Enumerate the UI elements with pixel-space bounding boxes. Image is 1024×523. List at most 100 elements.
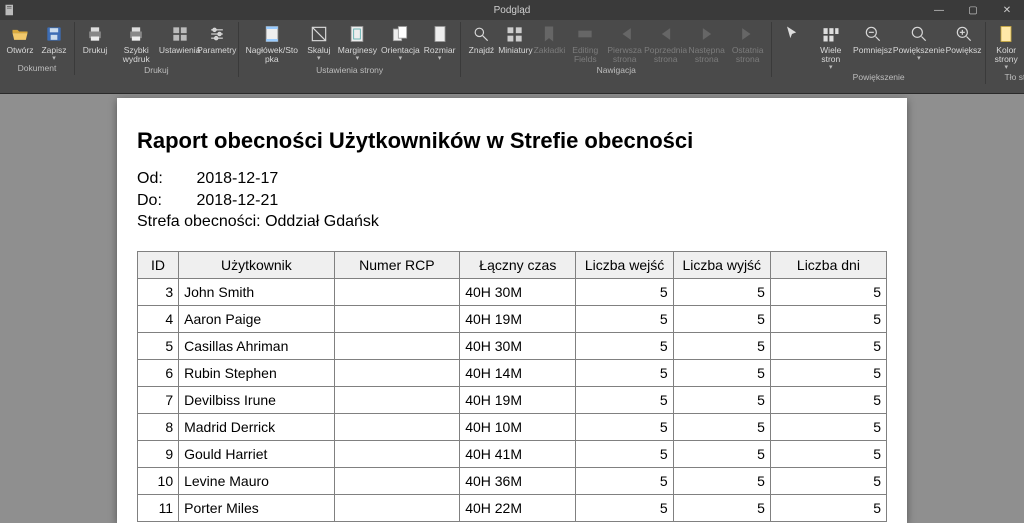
cell-in: 5 — [576, 494, 673, 521]
cell-time: 40H 19M — [460, 386, 576, 413]
ribbon-button[interactable]: Nagłówek/Stopka — [242, 22, 302, 64]
ribbon-button[interactable]: Wiele stron▾ — [809, 22, 852, 71]
ribbon-button-label: Kolor strony — [991, 46, 1021, 64]
window-close-button[interactable]: ✕ — [990, 0, 1024, 20]
cell-time: 40H 36M — [460, 467, 576, 494]
ribbon-button[interactable]: Szybki wydruk — [112, 22, 161, 64]
cell-id: 10 — [138, 467, 179, 494]
ribbon-button: Pierwsza strona — [604, 22, 645, 64]
table-row: 11Porter Miles40H 22M555 — [138, 494, 887, 521]
cell-out: 5 — [673, 386, 770, 413]
ribbon-button-label: Zapisz — [41, 46, 66, 55]
ribbon-group: Wiele stron▾PomniejszPowiększenie▾Powięk… — [772, 22, 986, 84]
ribbon-button[interactable]: Otwórz — [3, 22, 37, 62]
cell-days: 5 — [770, 386, 886, 413]
ribbon-group: Kolor strony▾AZnak wodnyTło strony — [986, 22, 1024, 84]
report-table: IDUżytkownikNumer RCPŁączny czasLiczba w… — [137, 251, 887, 522]
cell-in: 5 — [576, 359, 673, 386]
page-size-icon — [430, 23, 450, 45]
table-row: 5Casillas Ahriman40H 30M555 — [138, 332, 887, 359]
cell-time: 40H 30M — [460, 332, 576, 359]
ribbon-button[interactable] — [775, 22, 809, 71]
zone-label: Strefa obecności: — [137, 213, 261, 230]
cell-id: 4 — [138, 305, 179, 332]
ribbon-button[interactable]: Rozmiar▾ — [422, 22, 458, 64]
cell-id: 5 — [138, 332, 179, 359]
ribbon-button[interactable]: Parametry — [199, 22, 235, 64]
ribbon-button-label: Wiele stron — [811, 46, 850, 64]
cell-id: 9 — [138, 440, 179, 467]
ribbon-button: Zakładki — [532, 22, 566, 64]
cell-rcp — [334, 305, 460, 332]
cell-user: Gould Harriet — [179, 440, 335, 467]
window-maximize-button[interactable]: ▢ — [956, 0, 990, 20]
table-row: 9Gould Harriet40H 41M555 — [138, 440, 887, 467]
ribbon-button[interactable]: Miniatury — [498, 22, 532, 64]
ribbon-button: Poprzednia strona — [645, 22, 686, 64]
table-header-row: IDUżytkownikNumer RCPŁączny czasLiczba w… — [138, 251, 887, 278]
ribbon-button[interactable]: Kolor strony▾ — [989, 22, 1023, 71]
ribbon-button[interactable]: Drukuj — [78, 22, 112, 64]
window-title: Podgląd — [0, 5, 1024, 16]
many-pages-icon — [821, 23, 841, 45]
cell-user: Aaron Paige — [179, 305, 335, 332]
preview-workspace[interactable]: Raport obecności Użytkowników w Strefie … — [0, 94, 1024, 523]
nav-next-icon — [697, 23, 717, 45]
ribbon-button-label: Miniatury — [498, 46, 532, 55]
find-icon — [471, 23, 491, 45]
column-header: Liczba wyjść — [673, 251, 770, 278]
ribbon-button-label: Nagłówek/Stopka — [244, 46, 300, 64]
cell-out: 5 — [673, 359, 770, 386]
ribbon-group-name: Tło strony — [989, 71, 1024, 84]
cell-rcp — [334, 332, 460, 359]
table-row: 7Devilbiss Irune40H 19M555 — [138, 386, 887, 413]
ribbon-button[interactable]: Zapisz▾ — [37, 22, 71, 62]
sliders-icon — [207, 23, 227, 45]
ribbon-group: OtwórzZapisz▾Dokument — [0, 22, 75, 75]
ribbon-button-label: Powiększ — [946, 46, 982, 55]
zone-value: Oddział Gdańsk — [265, 213, 379, 230]
ribbon-group: DrukujSzybki wydrukUstawieniaParametryDr… — [75, 22, 239, 77]
ribbon-button[interactable]: Orientacja▾ — [379, 22, 422, 64]
table-row: 4Aaron Paige40H 19M555 — [138, 305, 887, 332]
margins-icon — [347, 23, 367, 45]
ribbon-button-label: Orientacja — [381, 46, 420, 55]
cell-days: 5 — [770, 494, 886, 521]
nav-prev-icon — [656, 23, 676, 45]
ribbon-button-label: Ustawienia — [159, 46, 201, 55]
zoom-in-icon — [954, 23, 974, 45]
cell-id: 7 — [138, 386, 179, 413]
cell-out: 5 — [673, 494, 770, 521]
ribbon-button-label: Skaluj — [307, 46, 330, 55]
ribbon-button-label: Drukuj — [83, 46, 108, 55]
ribbon-button: Następna strona — [686, 22, 727, 64]
save-icon — [44, 23, 64, 45]
cell-out: 5 — [673, 305, 770, 332]
cell-in: 5 — [576, 467, 673, 494]
window-minimize-button[interactable]: — — [922, 0, 956, 20]
table-row: 6Rubin Stephen40H 14M555 — [138, 359, 887, 386]
cell-id: 11 — [138, 494, 179, 521]
ribbon-button[interactable]: Powiększ — [945, 22, 982, 71]
cell-out: 5 — [673, 278, 770, 305]
pointer-icon — [782, 23, 802, 45]
cell-user: Porter Miles — [179, 494, 335, 521]
cell-time: 40H 30M — [460, 278, 576, 305]
chevron-down-icon: ▾ — [829, 64, 833, 71]
ribbon-button-label: Szybki wydruk — [114, 46, 159, 64]
report-page: Raport obecności Użytkowników w Strefie … — [117, 98, 907, 523]
ribbon-button[interactable]: Powiększenie▾ — [893, 22, 945, 71]
ribbon-button[interactable]: Marginesy▾ — [336, 22, 379, 64]
report-meta: Od: 2018-12-17 Do: 2018-12-21 Strefa obe… — [137, 168, 887, 233]
ribbon-button: Ostatnia strona — [727, 22, 768, 64]
ribbon-button[interactable]: Ustawienia — [161, 22, 199, 64]
ribbon-button[interactable]: Skaluj▾ — [302, 22, 336, 64]
chevron-down-icon: ▾ — [917, 55, 921, 62]
chevron-down-icon: ▾ — [317, 55, 321, 62]
column-header: Numer RCP — [334, 251, 460, 278]
ribbon-button[interactable]: Pomniejsz — [852, 22, 892, 71]
column-header: Łączny czas — [460, 251, 576, 278]
cell-days: 5 — [770, 305, 886, 332]
cell-days: 5 — [770, 278, 886, 305]
ribbon-button[interactable]: Znajdź — [464, 22, 498, 64]
